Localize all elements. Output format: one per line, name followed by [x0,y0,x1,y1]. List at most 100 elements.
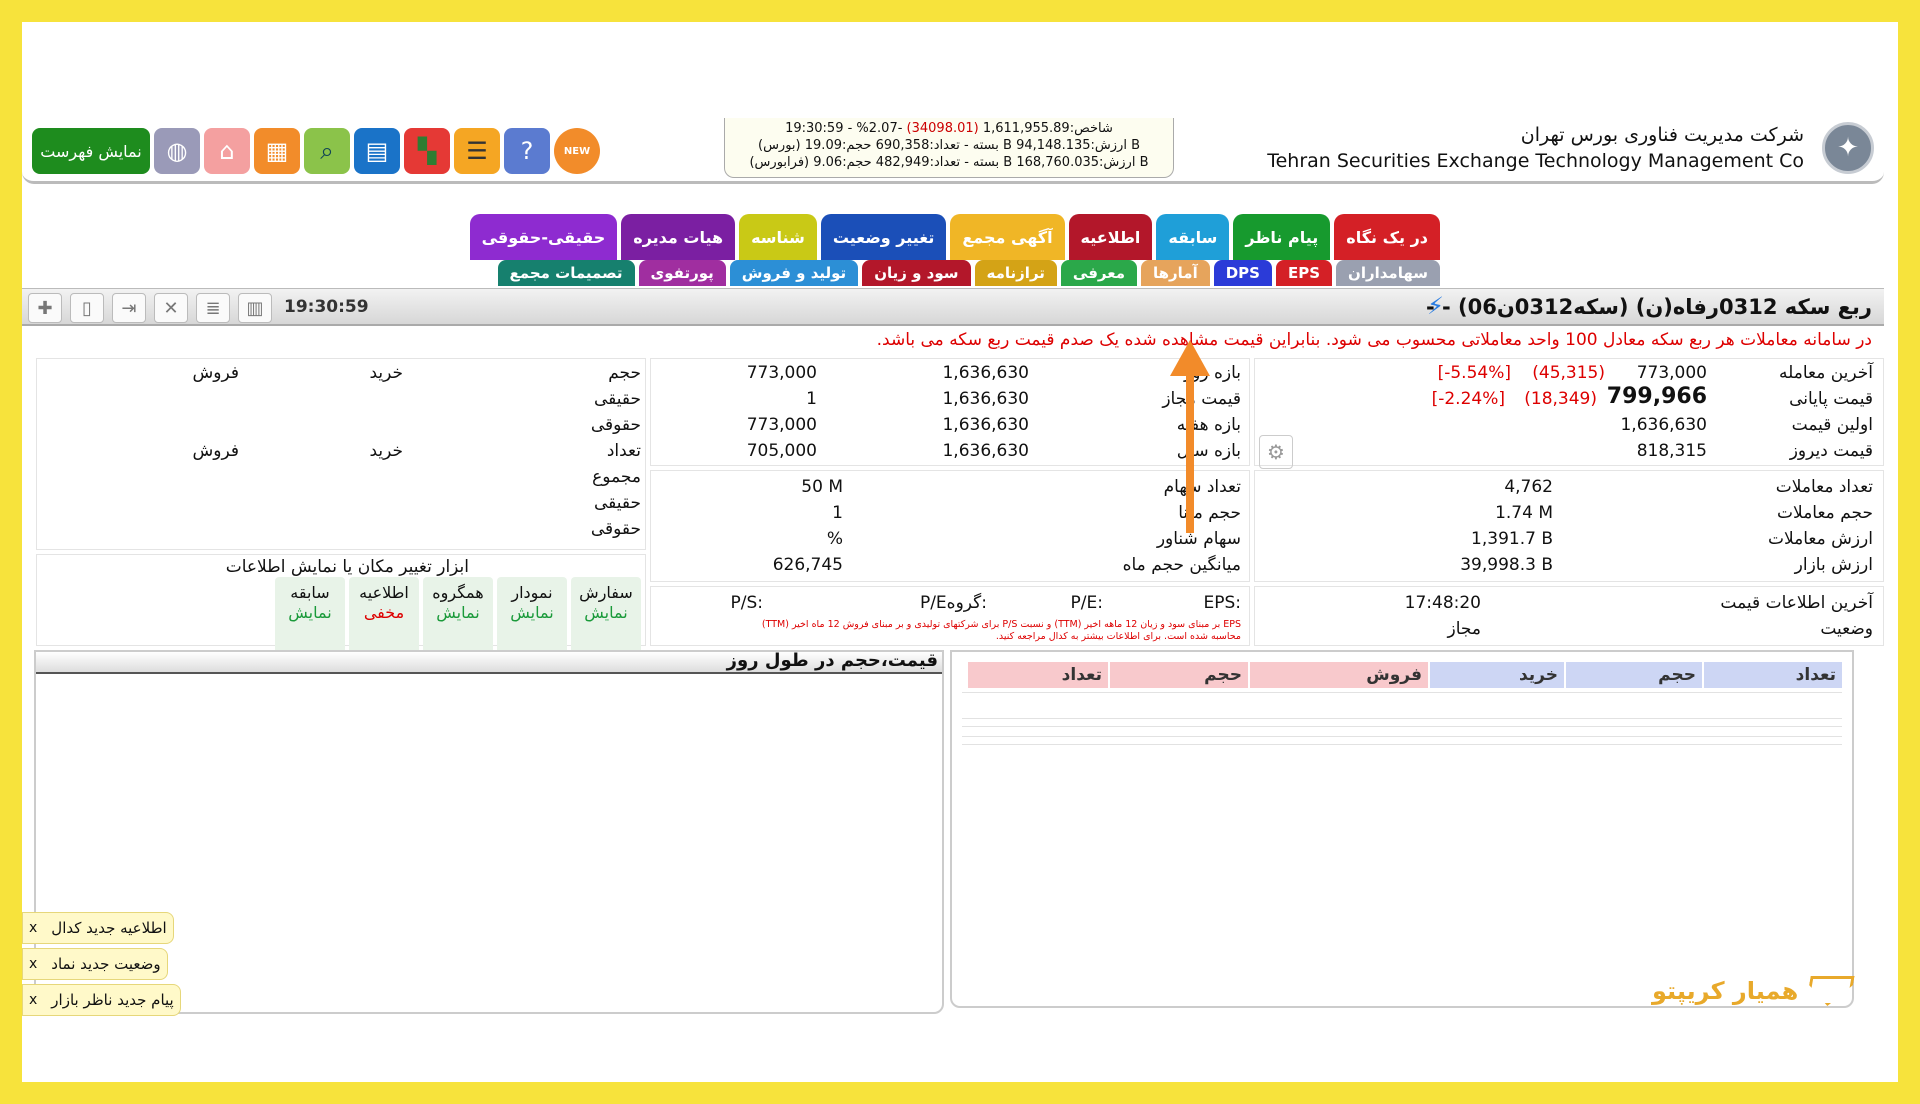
symbol-title: ربع سکه 0312رفاه(ن) (سکه0312ن06) - - [1425,295,1872,319]
spreadsheet-icon[interactable]: ▦ [254,128,300,174]
tabs-row-primary: در یک نگاه پیام ناظر سابقه اطلاعیه آگهی مجمع… [469,214,1440,260]
tsetmc-app: ✦ شرکت مدیریت فناوری بورس تهران Tehran S… [22,118,1884,1038]
client-sell-header-2: فروش [192,441,239,461]
add-icon[interactable]: ✚ [28,293,62,323]
subtab-0[interactable]: سهامداران [1336,260,1440,286]
toggle-state: نمایش [436,603,480,622]
grid-icon[interactable]: ▚ [404,128,450,174]
client-haghighi-label: حقیقی [593,389,641,409]
toast-1[interactable]: وضعیت جدید نماد x [22,948,168,980]
toast-0[interactable]: اطلاعیه جدید کدال x [22,912,174,944]
tab-0[interactable]: در یک نگاه [1334,214,1440,260]
tab-3[interactable]: اطلاعیه [1068,214,1153,260]
toggle-3[interactable]: اطلاعیه مخفی [349,577,419,657]
toggle-name: همگروه [432,583,484,602]
close-icon[interactable]: x [29,992,37,1008]
subtab-4[interactable]: معرفی [1060,260,1137,286]
toast-text: وضعیت جدید نماد [51,955,161,973]
home-icon[interactable]: ⌂ [204,128,250,174]
new-badge-icon[interactable]: NEW [554,128,600,174]
chart-book-icon[interactable]: ▤ [354,128,400,174]
subtab-6[interactable]: سود و زیان [862,260,971,286]
toggle-0[interactable]: سفارش نمایش [571,577,641,657]
subtab-3[interactable]: آمارها [1141,260,1210,286]
client-total-label: مجموع [592,467,641,487]
tabs-row-secondary: سهامداران EPS DPS آمارها معرفی ترازنامه سود و … [497,260,1440,286]
range-low: 705,000 [746,441,817,461]
close-icon[interactable]: x [29,920,37,936]
help-icon[interactable]: ? [504,128,550,174]
page-frame: ✦ شرکت مدیریت فناوری بورس تهران Tehran S… [22,22,1898,1082]
pe-label: P/E: [1070,593,1103,613]
search-icon[interactable]: ⌕ [304,128,350,174]
subtab-1[interactable]: EPS [1275,260,1333,286]
tab-5[interactable]: تغییر وضعیت [820,214,947,260]
bar-chart-icon[interactable]: ▥ [238,293,272,323]
close-price-label: قیمت پایانی [1789,389,1873,409]
annotation-arrow-icon [1170,340,1210,376]
toggle-4[interactable]: سابقه نمایش [275,577,345,657]
toggle-1[interactable]: نمودار نمایش [497,577,567,657]
range-high: 1,636,630 [942,389,1029,409]
trade-stat-label: حجم معاملات [1777,503,1873,523]
yesterday-price-value: 818,315 [1636,441,1707,461]
compare-chart-icon[interactable]: ✕ [154,293,188,323]
client-buy-header-2: خرید [369,441,403,461]
ranges-panel: بازه روز 1,636,630 773,000 قیمت مجاز 1,636,6… [650,358,1250,466]
toggle-2[interactable]: همگروه نمایش [423,577,493,657]
chart-title: قیمت،حجم در طول روز [726,650,938,671]
subtab-7[interactable]: تولید و فروش [729,260,859,286]
message-icon[interactable]: ☰ [454,128,500,174]
tab-8[interactable]: حقیقی-حقوقی [469,214,618,260]
trade-stat-value: 39,998.3 B [1460,555,1553,575]
company-logo-icon: ✦ [1822,122,1874,174]
toggle-name: اطلاعیه [359,583,409,602]
close-price-change: (18,349) [1524,389,1597,409]
yesterday-price-label: قیمت دیروز [1789,441,1873,461]
order-book-row-line [962,736,1842,737]
show-list-button[interactable]: نمایش فهرست [32,128,150,174]
subtab-2[interactable]: DPS [1213,260,1272,286]
export-icon[interactable]: ⇥ [112,293,146,323]
range-high: 1,636,630 [942,441,1029,461]
order-book-header-0: تعداد [1704,662,1842,688]
globe-icon[interactable]: ◍ [154,128,200,174]
close-icon[interactable]: x [29,956,37,972]
tab-1[interactable]: پیام ناظر [1233,214,1331,260]
share-stats-panel: تعداد سهام 50 M حجم مبنا 1 سهام شناور% میانگی… [650,470,1250,582]
share-stat-value: 1 [832,503,843,523]
subtab-5[interactable]: ترازنامه [974,260,1057,286]
last-info-label: آخرین اطلاعات قیمت [1720,593,1873,613]
tab-4[interactable]: آگهی مجمع [950,214,1065,260]
order-book-header-3: فروش [1250,662,1428,688]
client-hoghooghi-label-2: حقوقی [590,519,641,539]
order-book-header-5: تعداد [968,662,1108,688]
symbol-title-bar: ربع سکه 0312رفاه(ن) (سکه0312ن06) - - ⚡ 1… [22,288,1884,326]
order-book-row-line [962,744,1842,745]
lightning-icon[interactable]: ⚡ [1427,292,1444,320]
range-low: 1 [806,389,817,409]
brand-watermark: همیار کریپتو [1652,976,1852,1006]
tab-2[interactable]: سابقه [1156,214,1230,260]
last-info-value: 17:48:20 [1404,593,1481,613]
price-panel: آخرین معامله 773,000 (45,315) [-5.54%] ق… [1254,358,1884,469]
tab-6[interactable]: شناسه [739,214,817,260]
last-trade-change: (45,315) [1532,363,1605,383]
document-icon[interactable]: ▯ [70,293,104,323]
tab-7[interactable]: هیات مدیره [621,214,736,260]
toggle-state: مخفی [363,603,405,622]
share-stat-value: % [826,529,843,549]
subtab-8[interactable]: پورتفوی [638,260,726,286]
toggle-state: نمایش [584,603,628,622]
site-header: ✦ شرکت مدیریت فناوری بورس تهران Tehran S… [22,118,1884,184]
share-stat-label: تعداد سهام [1163,477,1241,497]
range-low: 773,000 [746,415,817,435]
order-book-header-2: خرید [1430,662,1564,688]
subtab-9[interactable]: تصمیمات مجمع [497,260,635,286]
last-trade-pct: [-5.54%] [1437,363,1511,383]
close-price-value: 799,966 [1606,384,1707,409]
toast-2[interactable]: پیام جدید ناظر بازار x [22,984,181,1016]
settings-sliders-icon[interactable]: ⚙ [1259,435,1293,469]
list-icon[interactable]: ≣ [196,293,230,323]
intraday-chart-panel: قیمت،حجم در طول روز [34,650,944,1014]
